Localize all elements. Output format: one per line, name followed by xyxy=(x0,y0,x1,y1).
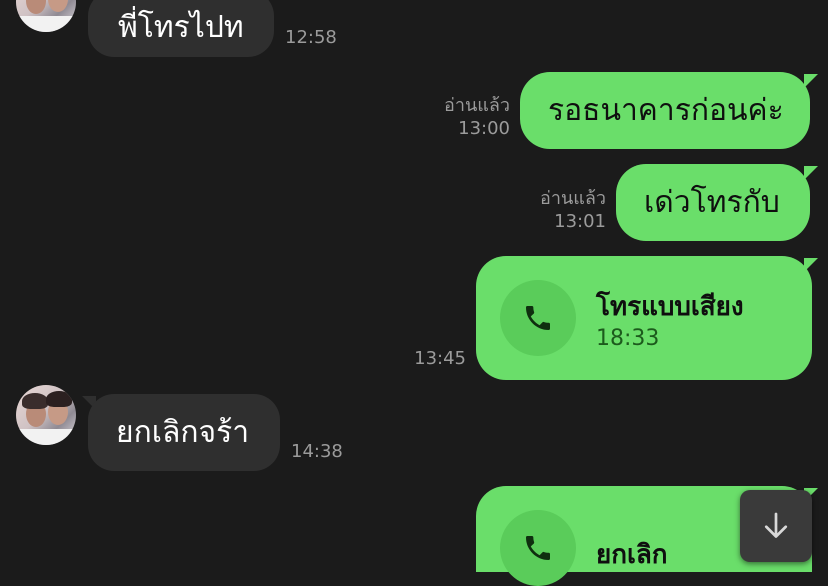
bubble-tail xyxy=(804,258,818,272)
incoming-message-bubble[interactable]: ยกเลิกจร้า xyxy=(88,394,280,471)
message-text: พี่โทรไปท xyxy=(118,9,244,45)
message-text: เด่วโทรกับ xyxy=(644,184,780,220)
arrow-down-icon xyxy=(764,512,788,538)
call-type-label: ยกเลิก xyxy=(596,540,668,570)
message-text: ยกเลิกจร้า xyxy=(116,414,250,450)
contact-avatar[interactable] xyxy=(16,385,76,445)
message-time: 12:58 xyxy=(285,27,337,48)
phone-icon xyxy=(526,306,550,330)
voice-call-bubble[interactable]: โทรแบบเสียง 18:33 xyxy=(476,256,812,380)
contact-avatar[interactable] xyxy=(16,0,76,32)
scroll-to-bottom-button[interactable] xyxy=(740,490,812,562)
bubble-tail xyxy=(804,166,818,180)
call-icon-circle xyxy=(500,280,576,356)
message-text: รอธนาคารก่อนค่ะ xyxy=(548,92,784,128)
bubble-tail xyxy=(804,74,818,88)
outgoing-message-bubble[interactable]: รอธนาคารก่อนค่ะ xyxy=(520,72,810,149)
outgoing-message-bubble[interactable]: เด่วโทรกับ xyxy=(616,164,810,241)
phone-icon xyxy=(526,536,550,560)
incoming-message-bubble[interactable]: พี่โทรไปท xyxy=(88,0,274,57)
message-read-status: อ่านแล้ว 13:00 xyxy=(444,95,510,139)
message-time: 13:45 xyxy=(414,348,466,369)
message-read-status: อ่านแล้ว 13:01 xyxy=(540,188,606,232)
message-time: 14:38 xyxy=(291,441,343,462)
call-type-label: โทรแบบเสียง xyxy=(596,292,744,322)
call-icon-circle xyxy=(500,510,576,586)
call-duration: 18:33 xyxy=(596,326,660,351)
